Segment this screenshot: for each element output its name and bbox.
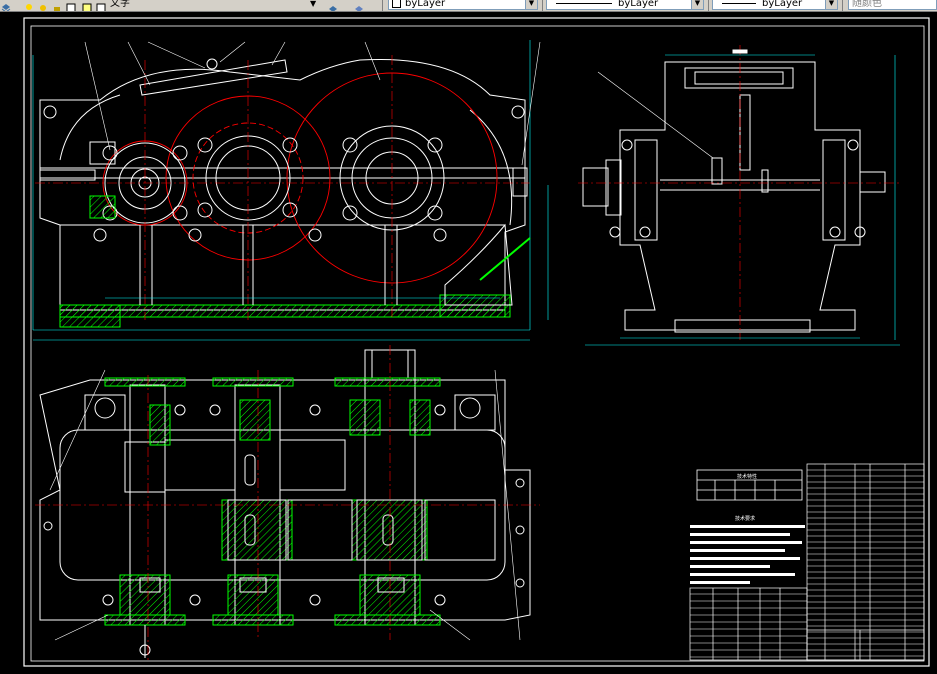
lineweight-combo[interactable]: byLayer ▼ (712, 0, 838, 10)
plot-style-combo[interactable]: 随颜色 (848, 0, 937, 10)
color-swatch-icon (392, 0, 401, 8)
color-swatch-icon[interactable] (66, 0, 76, 11)
tech-req-notes (690, 525, 805, 584)
layer-dropdown-arrow[interactable]: ▼ (310, 0, 316, 10)
lock-icon[interactable] (52, 0, 62, 11)
front-view (32, 40, 549, 341)
linetype-combo[interactable]: byLayer ▼ (546, 0, 704, 10)
previous-layer-icon[interactable] (354, 0, 364, 11)
title-block-rows (690, 593, 807, 658)
match-layer-icon[interactable] (328, 0, 338, 11)
layer-combo[interactable]: byLayer ▼ (388, 0, 538, 10)
side-view (578, 45, 900, 346)
linetype-sample (556, 2, 612, 4)
tech-req-title: 技术要求 (735, 515, 755, 522)
top-section-view (35, 345, 540, 660)
lightbulb-icon[interactable] (24, 0, 34, 10)
title-block (689, 587, 925, 661)
drawing-canvas[interactable]: 技术特性 技术要求 (0, 12, 937, 674)
sun-icon[interactable] (38, 0, 48, 11)
parts-list-rows (807, 469, 924, 657)
lineweight-sample (722, 2, 756, 4)
tech-spec-title: 技术特性 (737, 473, 757, 480)
text-style-label[interactable]: 文字 (110, 0, 130, 10)
layers-icon[interactable] (1, 0, 11, 11)
text-style-icon[interactable] (82, 0, 92, 11)
chevron-down-icon[interactable]: ▼ (525, 0, 537, 9)
chevron-down-icon[interactable]: ▼ (691, 0, 703, 9)
parts-list-table (806, 463, 925, 661)
layer-state-icon[interactable] (96, 0, 106, 11)
properties-toolbar: 文字 ▼ byLayer ▼ byLayer ▼ byLayer ▼ 随颜色 (0, 0, 937, 12)
chevron-down-icon[interactable]: ▼ (825, 0, 837, 9)
